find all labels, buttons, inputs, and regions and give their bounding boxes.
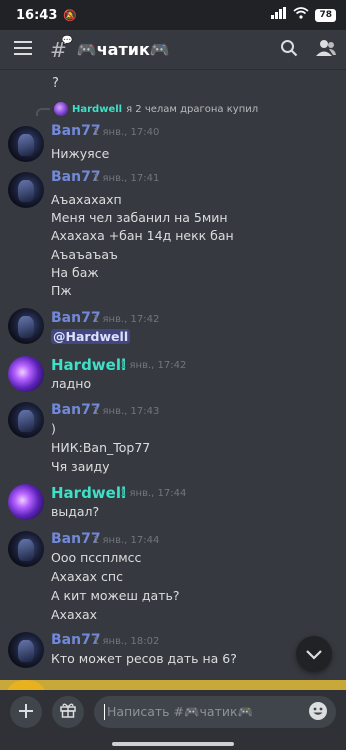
message-line: НИК:Ban_Top77 (51, 440, 151, 455)
message-line: Кто может ресов дать на 6? (51, 651, 237, 666)
avatar[interactable] (8, 126, 44, 162)
timestamp: 1 янв., 17:42 (93, 314, 160, 325)
avatar[interactable] (8, 531, 44, 567)
author-name[interactable]: Hardwell (51, 356, 126, 374)
message-line: На баж (51, 265, 99, 280)
reply-text: я 2 челам драгона купил (126, 103, 259, 115)
timestamp: 1 янв., 17:42 (120, 360, 187, 371)
gift-icon (60, 702, 76, 722)
message-line: А кит можеш дать? (51, 588, 180, 603)
message-line: @Hardwell (51, 329, 131, 344)
menu-icon[interactable] (14, 40, 32, 59)
text-caret (104, 704, 105, 720)
message-list[interactable]: ? Hardwell я 2 челам драгона купил Ban77… (0, 70, 346, 680)
message-line: выдал? (51, 504, 100, 519)
reply-connector (36, 108, 50, 116)
timestamp: 1 янв., 17:44 (120, 488, 187, 499)
status-time: 16:43 (16, 7, 58, 23)
wifi-icon (293, 7, 309, 23)
message-line: Ахахах спс (51, 569, 123, 584)
partial-message (0, 680, 346, 690)
battery-indicator: 78 (315, 8, 336, 22)
message-input[interactable]: Написать #🎮чатик🎮 (94, 696, 336, 728)
timestamp: 1 янв., 17:43 (93, 406, 160, 417)
avatar[interactable] (8, 308, 44, 344)
message-line: Ахахаха +бан 14д некк бан (51, 228, 234, 243)
scroll-to-bottom-button[interactable] (296, 636, 332, 672)
timestamp: 1 янв., 17:41 (93, 173, 160, 184)
message-line: Аъаъаъаъ (51, 247, 118, 262)
emoji-icon[interactable] (308, 701, 328, 724)
gift-button[interactable] (52, 696, 84, 728)
avatar[interactable] (8, 402, 44, 438)
signal-icon (271, 7, 287, 23)
channel-title[interactable]: 🎮чатик🎮 (77, 40, 170, 59)
message-line: ) (51, 421, 56, 436)
home-indicator-bar (0, 734, 346, 750)
user-mention[interactable]: @Hardwell (51, 329, 131, 344)
avatar[interactable] (8, 172, 44, 208)
home-indicator[interactable] (112, 742, 234, 746)
message-line: Аъахахахп (51, 192, 122, 207)
message-line: ? (52, 76, 59, 91)
channel-header: # 💬 🎮чатик🎮 (0, 30, 346, 70)
avatar (8, 680, 44, 690)
message-line: Пж (51, 283, 72, 298)
avatar (54, 102, 68, 116)
status-bar: 16:43 🔕 78 (0, 0, 346, 30)
attach-button[interactable] (10, 696, 42, 728)
message-line: Меня чел забанил на 5мин (51, 210, 228, 225)
message-line: ладно (51, 376, 92, 391)
chevron-down-icon (306, 645, 322, 664)
avatar[interactable] (8, 632, 44, 668)
reply-author: Hardwell (72, 103, 123, 115)
message-composer: Написать #🎮чатик🎮 (0, 690, 346, 734)
message-line: Ооо пссплмсс (51, 550, 142, 565)
search-icon[interactable] (280, 39, 298, 61)
timestamp: 1 янв., 18:02 (93, 636, 160, 647)
message-line: Чя заиду (51, 459, 110, 474)
mute-icon: 🔕 (63, 8, 78, 22)
message-line: Ахахах (51, 607, 98, 622)
reply-preview[interactable]: Hardwell я 2 челам драгона купил (36, 102, 258, 116)
avatar[interactable] (8, 484, 44, 520)
channel-hash-icon: # 💬 (50, 35, 73, 62)
avatar[interactable] (8, 356, 44, 392)
message-line: Нижуясе (51, 146, 110, 161)
plus-icon (19, 703, 33, 722)
timestamp: 1 янв., 17:44 (93, 535, 160, 546)
author-name[interactable]: Hardwell (51, 484, 126, 502)
members-icon[interactable] (316, 39, 336, 61)
timestamp: 1 янв., 17:40 (93, 127, 160, 138)
message-input-placeholder: Написать #🎮чатик🎮 (107, 704, 254, 719)
